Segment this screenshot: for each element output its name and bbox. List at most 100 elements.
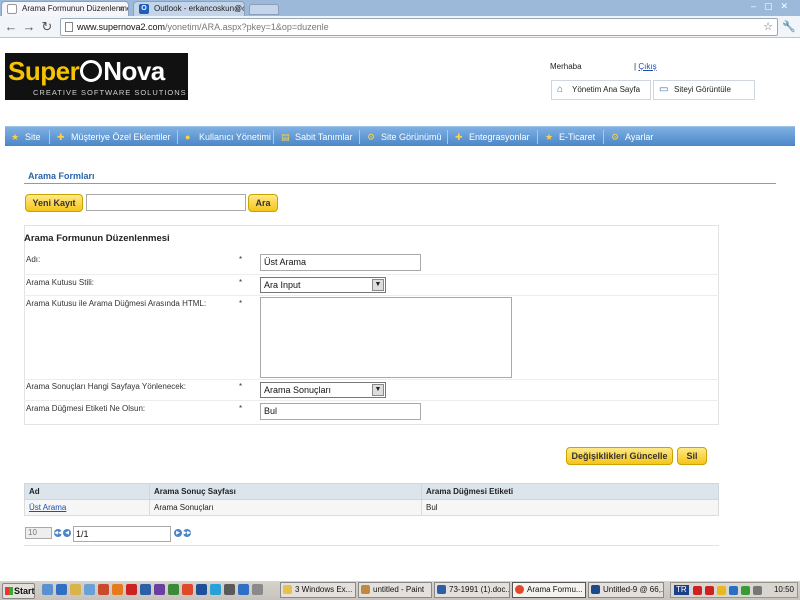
- monitor-icon: ▭: [659, 84, 669, 95]
- menu-item-e-commerce[interactable]: ★ E-Ticaret: [543, 127, 595, 147]
- chevron-down-icon[interactable]: ▼: [372, 384, 384, 396]
- menu-item-integrations[interactable]: ✚ Entegrasyonlar: [453, 127, 530, 147]
- last-page-icon[interactable]: ▶▶: [183, 529, 191, 537]
- table-header-row: Ad Arama Sonuç Sayfası Arama Düğmesi Eti…: [24, 483, 719, 500]
- menu-item-site-appearance[interactable]: ⚙ Site Görünümü: [365, 127, 442, 147]
- tray-icon[interactable]: [741, 586, 750, 595]
- app-icon[interactable]: [210, 584, 221, 595]
- tray-icon[interactable]: [693, 586, 702, 595]
- taskbar-item-explorer[interactable]: 3 Windows Ex...: [280, 582, 356, 598]
- section-divider: [24, 183, 776, 184]
- app-icon[interactable]: [126, 584, 137, 595]
- logout-link[interactable]: Çıkış: [638, 62, 656, 71]
- new-record-button[interactable]: Yeni Kayıt: [25, 194, 83, 212]
- delete-button[interactable]: Sil: [677, 447, 707, 465]
- page-number-input[interactable]: 1/1: [73, 526, 171, 542]
- search-input[interactable]: [86, 194, 246, 211]
- logo-text: Super Nova: [8, 56, 165, 86]
- column-header[interactable]: Arama Düğmesi Etiketi: [421, 483, 719, 500]
- html-textarea[interactable]: [260, 297, 512, 378]
- app-icon[interactable]: [224, 584, 235, 595]
- browser-tab-active[interactable]: Arama Formunun Düzenlenme ×: [1, 1, 129, 16]
- admin-home-button[interactable]: ⌂ Yönetim Ana Sayfa: [551, 80, 651, 100]
- taskbar-item-chrome[interactable]: Arama Formu...: [512, 582, 586, 598]
- taskbar-item-word[interactable]: 73-1991 (1).doc...: [434, 582, 510, 598]
- window-controls[interactable]: –▢✕: [751, 1, 796, 12]
- next-page-icon[interactable]: ▶: [174, 529, 182, 537]
- speaker-icon[interactable]: [753, 586, 762, 595]
- taskbar-item-photoshop[interactable]: Untitled-9 @ 66,...: [588, 582, 664, 598]
- folder-icon: [283, 585, 292, 594]
- app-icon[interactable]: [252, 584, 263, 595]
- browser-toolbar: ← → ↻ www.supernova2.com/yonetim/ARA.asp…: [0, 16, 800, 38]
- close-icon[interactable]: ×: [235, 2, 240, 16]
- chrome-icon[interactable]: [182, 584, 193, 595]
- back-icon[interactable]: ←: [3, 19, 19, 35]
- update-button[interactable]: Değişiklikleri Güncelle: [566, 447, 673, 465]
- list-icon: ▤: [281, 132, 290, 142]
- star-icon: ★: [11, 132, 20, 142]
- column-header[interactable]: Ad: [24, 483, 150, 500]
- page-size-select[interactable]: 10: [25, 527, 52, 539]
- name-label: Adı:: [26, 255, 41, 264]
- app-icon[interactable]: [154, 584, 165, 595]
- style-select[interactable]: Ara Input ▼: [260, 277, 386, 293]
- search-button[interactable]: Ara: [248, 194, 278, 212]
- page-icon: [65, 22, 73, 32]
- chrome-icon: [515, 585, 524, 594]
- tray-icon[interactable]: [729, 586, 738, 595]
- page-icon: [7, 4, 17, 14]
- user-icon: ●: [185, 132, 191, 142]
- menu-item-fixed-definitions[interactable]: ▤ Sabit Tanımlar: [279, 127, 352, 147]
- url-text[interactable]: www.supernova2.com/yonetim/ARA.aspx?pkey…: [77, 22, 329, 32]
- table-cell: Arama Sonuçları: [149, 499, 422, 516]
- main-menu: ★ Site ✚ Müşteriye Özel Eklentiler ● Kullan…: [5, 126, 795, 146]
- language-indicator[interactable]: TR: [674, 585, 689, 595]
- view-site-button[interactable]: ▭ Siteyi Görüntüle: [653, 80, 755, 100]
- chevron-down-icon[interactable]: ▼: [372, 279, 384, 291]
- logo-tagline: CREATIVE SOFTWARE SOLUTIONS: [33, 88, 187, 97]
- first-page-icon[interactable]: ◀◀: [54, 529, 62, 537]
- app-icon[interactable]: [168, 584, 179, 595]
- email-icon[interactable]: [84, 584, 95, 595]
- desktop-icon[interactable]: [42, 584, 53, 595]
- folder-icon[interactable]: [70, 584, 81, 595]
- column-header[interactable]: Arama Sonuç Sayfası: [149, 483, 422, 500]
- prev-page-icon[interactable]: ◀: [63, 529, 71, 537]
- menu-item-user-management[interactable]: ● Kullanıcı Yönetimi: [183, 127, 271, 147]
- table-cell: Üst Arama: [24, 499, 150, 516]
- clock: 10:50: [773, 585, 794, 594]
- plugin-icon: ✚: [57, 132, 65, 142]
- greeting-text: Merhaba: [550, 62, 582, 71]
- tab-title: Arama Formunun Düzenlenme: [22, 4, 129, 13]
- shield-icon[interactable]: [717, 586, 726, 595]
- app-icon[interactable]: [140, 584, 151, 595]
- taskbar-item-paint[interactable]: untitled - Paint: [358, 582, 432, 598]
- star-icon[interactable]: ☆: [763, 20, 773, 33]
- logo[interactable]: Super Nova CREATIVE SOFTWARE SOLUTIONS: [5, 53, 188, 100]
- start-button[interactable]: Start: [2, 583, 35, 599]
- forward-icon[interactable]: →: [21, 19, 37, 35]
- firefox-icon[interactable]: [112, 584, 123, 595]
- name-field[interactable]: Üst Arama: [260, 254, 421, 271]
- redirect-select[interactable]: Arama Sonuçları ▼: [260, 382, 386, 398]
- row-edit-link[interactable]: Üst Arama: [29, 503, 66, 512]
- new-tab-button[interactable]: [249, 4, 279, 15]
- menu-item-custom-extensions[interactable]: ✚ Müşteriye Özel Eklentiler: [55, 127, 171, 147]
- reload-icon[interactable]: ↻: [39, 19, 55, 35]
- browser-tab-outlook[interactable]: O Outlook - erkancoskun@outlo ×: [133, 1, 245, 16]
- close-icon[interactable]: ×: [119, 2, 124, 16]
- button-label-field[interactable]: Bul: [260, 403, 421, 420]
- app-icon[interactable]: [98, 584, 109, 595]
- address-bar[interactable]: www.supernova2.com/yonetim/ARA.aspx?pkey…: [60, 18, 778, 36]
- browser-tabbar: Arama Formunun Düzenlenme × O Outlook - …: [0, 0, 800, 16]
- redirect-label: Arama Sonuçları Hangi Sayfaya Yönlenecek…: [26, 382, 186, 391]
- app-icon[interactable]: [238, 584, 249, 595]
- ie-icon[interactable]: [56, 584, 67, 595]
- required-mark: *: [239, 278, 243, 287]
- menu-item-site[interactable]: ★ Site: [9, 127, 41, 147]
- menu-item-settings[interactable]: ⚙ Ayarlar: [609, 127, 653, 147]
- wrench-icon[interactable]: 🔧: [782, 20, 796, 33]
- tray-icon[interactable]: [705, 586, 714, 595]
- app-icon[interactable]: [196, 584, 207, 595]
